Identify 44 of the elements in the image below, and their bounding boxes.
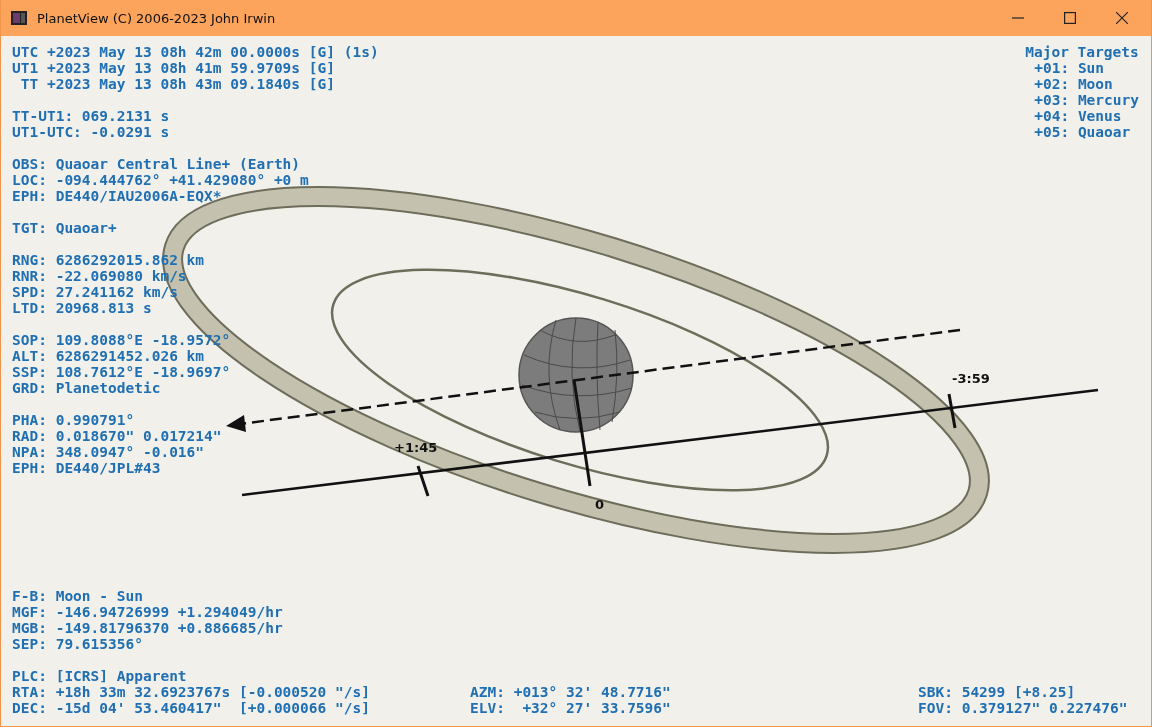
readout-line: LTD: 20968.813 s [12,300,152,316]
tick-label: -3:59 [952,371,990,386]
readout-line: ELV: +32° 27' 33.7596" [470,700,671,716]
target-item[interactable]: +03: Mercury [1034,92,1139,108]
window-title: PlanetView (C) 2006-2023 John Irwin [37,10,276,26]
readout-line: RNR: -22.069080 km/s [12,268,187,284]
tick-label: +1:45 [394,440,438,455]
readout-line: EPH: DE440/IAU2006A-EQX* [12,188,222,204]
readout-line: UTC +2023 May 13 08h 42m 00.0000s [G] (1s) [12,44,379,60]
readout-line: TT-UT1: 069.2131 s [12,108,170,124]
readout-line: PHA: 0.990791° [12,412,135,428]
readout-line: UT1 +2023 May 13 08h 41m 59.9709s [G] [12,60,335,76]
readout-line: SEP: 79.615356° [12,636,143,652]
readout-line: MGB: -149.81796370 +0.886685/hr [12,620,283,636]
target-item[interactable]: +01: Sun [1034,60,1105,76]
readout-line: TGT: Quaoar+ [12,220,117,236]
tick-label: 0 [595,497,605,512]
target-item[interactable]: +04: Venus [1034,108,1122,124]
readout-line: AZM: +013° 32' 48.7716" [470,684,671,700]
readout-line: RAD: 0.018670" 0.017214" [12,428,222,444]
target-item[interactable]: +05: Quaoar [1034,124,1131,140]
readout-line: EPH: DE440/JPL#43 [12,460,161,476]
targets-heading: Major Targets [1025,44,1139,60]
readout-line: RTA: +18h 33m 32.6923767s [-0.000520 "/s] [12,684,370,700]
target-item[interactable]: +02: Moon [1034,76,1113,92]
readout-line: MGF: -146.94726999 +1.294049/hr [12,604,283,620]
readout-line: LOC: -094.444762° +41.429080° +0 m [12,172,309,188]
readout-line: PLC: [ICRS] Apparent [12,668,187,684]
readout-line: OBS: Quaoar Central Line+ (Earth) [12,156,301,172]
readout-line: ALT: 6286291452.026 km [12,348,205,364]
readout-line: UT1-UTC: -0.0291 s [12,124,170,140]
readout-line: NPA: 348.0947° -0.016" [12,444,205,460]
close-icon [1116,12,1128,24]
readout-line: GRD: Planetodetic [12,380,161,396]
tick-mark [947,393,957,429]
maximize-icon [1064,12,1076,24]
readout-line: DEC: -15d 04' 53.460417" [+0.000066 "/s] [12,700,370,716]
tick-mark [416,465,430,497]
readout-line: FOV: 0.379127" 0.227476" [918,700,1128,716]
readout-line: TT +2023 May 13 08h 43m 09.1840s [G] [19,76,335,92]
app-icon [11,11,27,25]
readout-line: F-B: Moon - Sun [12,588,143,604]
readout-line: SBK: 54299 [+8.25] [918,684,1076,700]
readout-line: SSP: 108.7612°E -18.9697° [12,364,231,380]
